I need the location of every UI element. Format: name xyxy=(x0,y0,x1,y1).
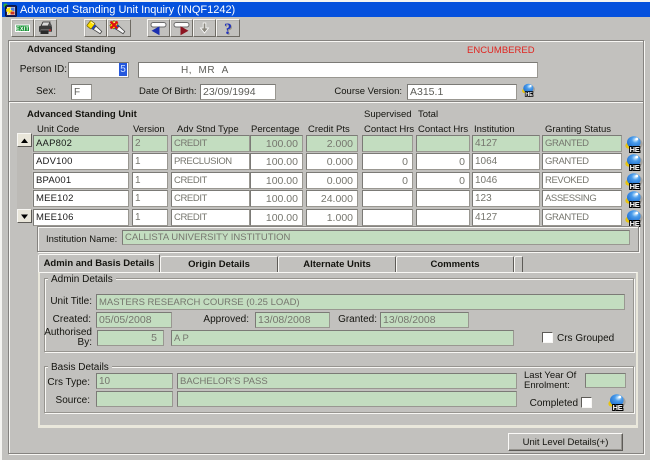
svg-text:HE: HE xyxy=(630,200,640,209)
svg-text:HE: HE xyxy=(525,92,533,98)
svg-text:EXIT: EXIT xyxy=(16,26,29,32)
svg-text:HE: HE xyxy=(613,403,623,412)
svg-text:?: ? xyxy=(224,21,232,36)
svg-text:HE: HE xyxy=(630,163,640,172)
